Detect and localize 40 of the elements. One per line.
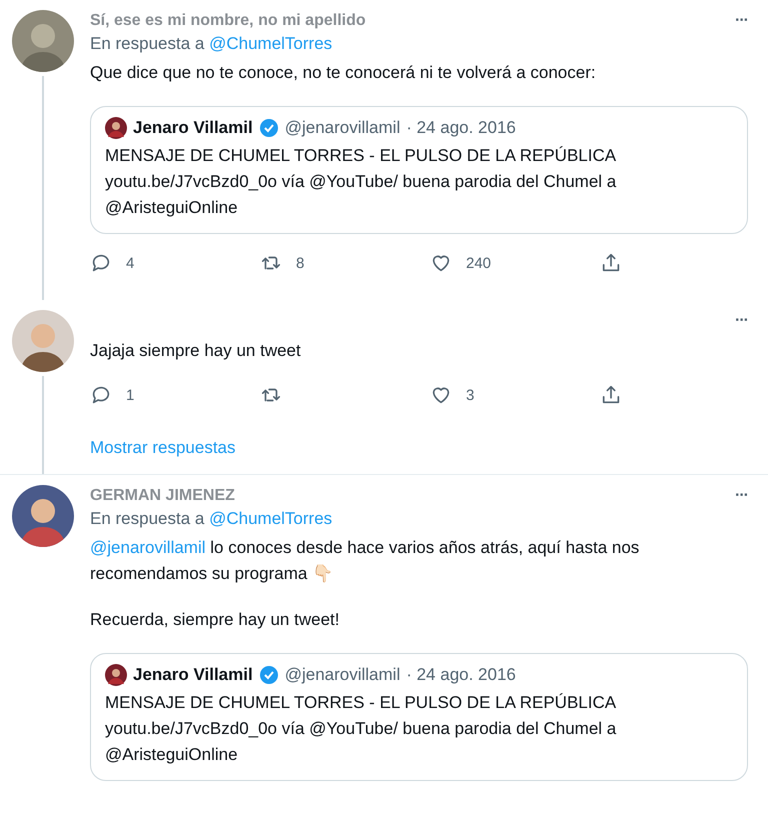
tweet-date: · 24 ago. 2016 — [406, 665, 516, 685]
avatar-icon — [105, 117, 127, 139]
quoted-tweet-text: @AristeguiOnline — [105, 744, 239, 766]
reply-context: En respuesta a @ChumelTorres — [90, 509, 334, 529]
quoted-tweet-card[interactable]: Jenaro Villamil @jenarovillamil · 24 ago. 2016 MENSAJE DE CHUMEL TORRES - EL PULSO DE LA REPÚBLICA youtu.be/J7vcBzd0_0o vía @YouTube/ buena parodia del Chumel a @AristeguiOnline — [90, 653, 748, 781]
reply-button[interactable]: 1 — [90, 384, 260, 406]
quoted-tweet-text: MENSAJE DE CHUMEL TORRES - EL PULSO DE LA REPÚBLICA — [105, 692, 618, 714]
reply-button[interactable]: 4 — [90, 252, 260, 274]
more-options[interactable]: ··· — [735, 487, 748, 505]
author-name: Jenaro Villamil — [133, 118, 253, 138]
more-options[interactable]: ··· — [735, 12, 748, 30]
quoted-tweet-text: youtu.be/J7vcBzd0_0o vía @YouTube/ buena parodia del Chumel a — [105, 171, 618, 193]
verified-badge-icon — [258, 665, 279, 685]
verified-badge-icon — [258, 118, 279, 138]
share-icon — [600, 384, 622, 406]
avatar-icon — [105, 664, 127, 686]
user-name: Sí, ese es mi nombre, no mi apellido — [90, 12, 366, 30]
share-button[interactable] — [600, 384, 622, 406]
tweet-text: @jenarovillamil lo conoces desde hace varios años atrás, aquí hasta nos recomendamos su programa 👇🏻 — [90, 537, 640, 585]
reply-icon — [90, 384, 112, 406]
reply-icon — [90, 252, 112, 274]
retweet-button[interactable]: 8 — [260, 252, 430, 274]
reply-context: En respuesta a @ChumelTorres — [90, 34, 334, 54]
author-handle: @jenarovillamil — [284, 118, 400, 138]
share-icon — [600, 252, 622, 274]
tweet-text: Que dice que no te conoce, no te conocerá ni te volverá a conocer: — [90, 62, 597, 84]
more-options[interactable]: ··· — [735, 312, 748, 330]
like-button[interactable]: 3 — [430, 384, 600, 406]
quoted-tweet-text: MENSAJE DE CHUMEL TORRES - EL PULSO DE LA REPÚBLICA — [105, 145, 618, 167]
tweet-text: Jajaja siempre hay un tweet — [90, 340, 302, 362]
like-button[interactable]: 240 — [430, 252, 600, 274]
author-name: Jenaro Villamil — [133, 665, 253, 685]
tweet-date: · 24 ago. 2016 — [406, 118, 516, 138]
quoted-tweet-text: youtu.be/J7vcBzd0_0o vía @YouTube/ buena parodia del Chumel a — [105, 718, 618, 740]
share-button[interactable] — [600, 252, 622, 274]
quoted-tweet-text: @AristeguiOnline — [105, 197, 239, 219]
user-name: GERMAN JIMENEZ — [90, 487, 235, 505]
quoted-tweet-card[interactable]: Jenaro Villamil @jenarovillamil · 24 ago. 2016 MENSAJE DE CHUMEL TORRES - EL PULSO DE LA REPÚBLICA youtu.be/J7vcBzd0_0o vía @YouTube/ buena parodia del Chumel a @AristeguiOnline — [90, 106, 748, 234]
tweet-text: Recuerda, siempre hay un tweet! — [90, 609, 340, 631]
author-handle: @jenarovillamil — [284, 665, 400, 685]
